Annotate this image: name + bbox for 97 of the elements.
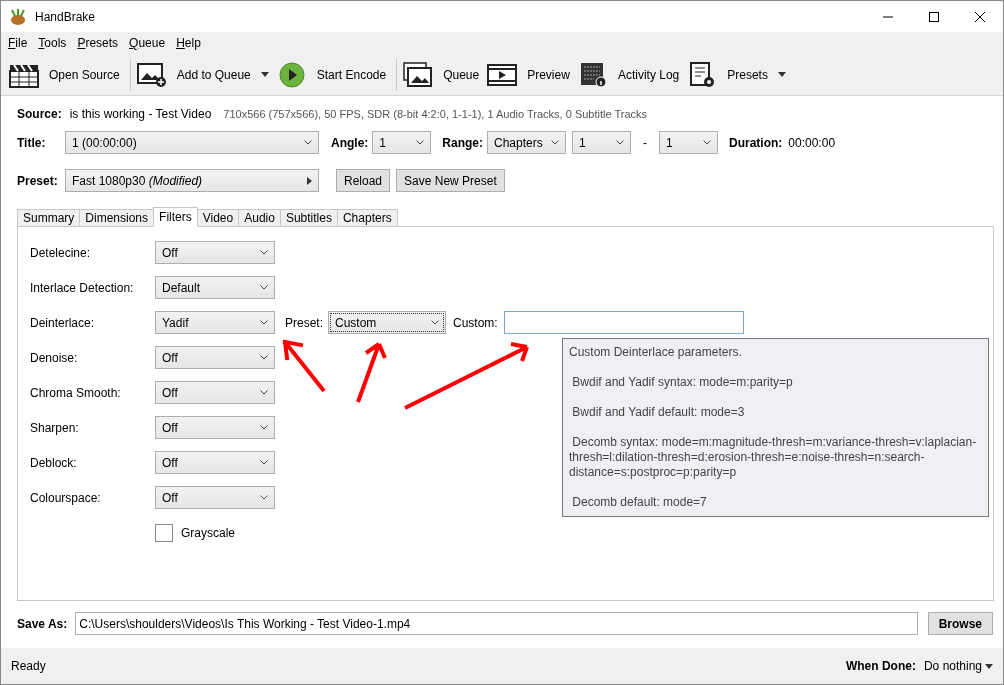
filter-dropdown[interactable]: Off bbox=[155, 416, 275, 439]
filter-label: Sharpen: bbox=[30, 420, 80, 435]
filter-label: Detelecine: bbox=[30, 245, 92, 260]
menu-item[interactable]: Queue bbox=[124, 36, 172, 50]
chevron-down-icon bbox=[260, 285, 268, 290]
arrow-drawing bbox=[356, 342, 387, 403]
toolbar-button[interactable]: Add to Queue bbox=[134, 56, 275, 93]
browse-button[interactable]: Browse bbox=[927, 612, 993, 635]
title-dropdown[interactable]: 1 (00:00:00) bbox=[65, 131, 319, 154]
tab[interactable]: Video bbox=[196, 209, 240, 226]
chevron-down-icon bbox=[551, 140, 559, 145]
toolbar-button[interactable]: Presets bbox=[685, 56, 792, 93]
play-icon bbox=[276, 61, 307, 88]
image-stack-icon bbox=[403, 61, 434, 88]
filter-label: Colourspace: bbox=[30, 490, 102, 505]
filter-label: Chroma Smooth: bbox=[30, 385, 122, 400]
when-done-label: When Done: bbox=[845, 659, 916, 673]
range-label: Range: bbox=[442, 135, 483, 150]
chevron-down-icon bbox=[260, 320, 268, 325]
toolbar-button[interactable]: Queue bbox=[401, 56, 486, 93]
chevron-down-icon bbox=[703, 140, 711, 145]
custom-field[interactable] bbox=[503, 311, 744, 334]
toolbar-button[interactable]: Start Encode bbox=[274, 56, 393, 93]
toolbar-button[interactable]: Preview bbox=[485, 56, 576, 93]
filter-label: Deblock: bbox=[30, 455, 78, 470]
grayscale-checkbox[interactable] bbox=[155, 523, 173, 542]
window-title: HandBrake bbox=[35, 9, 97, 24]
source-name: is this working - Test Video bbox=[69, 107, 212, 121]
chevron-down-icon bbox=[260, 460, 268, 465]
title-label: Title: bbox=[17, 135, 47, 150]
expand-arrow-icon bbox=[307, 176, 312, 185]
toolbar-button[interactable]: Open Source bbox=[7, 56, 126, 93]
tab[interactable]: Summary bbox=[17, 209, 81, 226]
when-done-dropdown[interactable]: Do nothing bbox=[923, 659, 993, 673]
preset-label: Preset: bbox=[17, 173, 59, 188]
preset-dropdown[interactable]: Custom bbox=[328, 311, 446, 334]
chevron-down-icon bbox=[260, 250, 268, 255]
source-label: Source: bbox=[17, 107, 62, 121]
close-icon bbox=[975, 11, 985, 22]
custom-label: Custom: bbox=[453, 315, 498, 330]
filter-dropdown[interactable]: Off bbox=[155, 381, 275, 404]
range-dash: - bbox=[643, 135, 647, 150]
tab[interactable]: Filters bbox=[153, 207, 198, 227]
tab[interactable]: Dimensions bbox=[79, 209, 155, 226]
tooltip-text: Bwdif and Yadif syntax: mode=m:parity=p bbox=[571, 375, 794, 390]
maximize-icon bbox=[929, 11, 939, 22]
angle-dropdown[interactable]: 1 bbox=[372, 131, 432, 154]
chapter-start-dropdown[interactable]: 1 bbox=[572, 131, 631, 154]
preset-label: Preset: bbox=[285, 315, 323, 330]
duration-value: 00:00:00 bbox=[788, 135, 836, 150]
caret-icon bbox=[985, 663, 993, 669]
toolbar-button[interactable]: Activity Log bbox=[575, 56, 686, 93]
status-text: Ready bbox=[11, 659, 47, 673]
menu-item[interactable]: Presets bbox=[72, 36, 125, 50]
preset-selector[interactable]: Fast 1080p30 (Modified) bbox=[65, 169, 319, 192]
chevron-down-icon bbox=[304, 140, 312, 145]
caret-icon bbox=[260, 72, 269, 77]
filter-dropdown[interactable]: Yadif bbox=[155, 311, 275, 334]
duration-label: Duration: bbox=[729, 135, 783, 150]
tab[interactable]: Subtitles bbox=[279, 209, 338, 226]
chevron-down-icon bbox=[260, 355, 268, 360]
menu-item[interactable]: File bbox=[3, 36, 34, 50]
chevron-down-icon bbox=[431, 320, 439, 325]
grayscale-label: Grayscale bbox=[181, 525, 236, 540]
tooltip-text: Decomb syntax: mode=m:magnitude-thresh=m:variance-thresh=v:laplacian-thresh=l:dilation-thresh=d:erosion-thresh=e:noise-thresh=n:search-distance=s:postproc=p:parity=p bbox=[569, 435, 978, 480]
tooltip-text: Bwdif and Yadif default: mode=3 bbox=[571, 405, 746, 420]
filter-label: Interlace Detection: bbox=[30, 280, 135, 295]
preset-button[interactable]: Reload bbox=[336, 169, 391, 192]
filter-dropdown[interactable]: Off bbox=[155, 241, 275, 264]
save-as-label: Save As: bbox=[17, 616, 68, 631]
app-logo-icon bbox=[9, 7, 27, 26]
chevron-down-icon bbox=[416, 140, 425, 145]
chevron-down-icon bbox=[260, 390, 268, 395]
filter-label: Denoise: bbox=[30, 350, 79, 365]
menu-item[interactable]: Help bbox=[171, 36, 207, 50]
range-dropdown[interactable]: Chapters bbox=[487, 131, 566, 154]
tab[interactable]: Chapters bbox=[336, 209, 398, 226]
chevron-down-icon bbox=[260, 495, 268, 500]
chevron-down-icon bbox=[616, 140, 624, 145]
tab[interactable]: Audio bbox=[238, 209, 281, 226]
chapter-end-dropdown[interactable]: 1 bbox=[659, 131, 718, 154]
angle-label: Angle: bbox=[331, 135, 369, 150]
filter-label: Deinterlace: bbox=[30, 315, 96, 330]
menu-item[interactable]: Tools bbox=[33, 36, 73, 50]
arrow-drawing bbox=[283, 340, 326, 393]
filter-dropdown[interactable]: Off bbox=[155, 486, 275, 509]
save-path-field[interactable]: C:\Users\shoulders\Videos\Is This Working - Test Video-1.mp4 bbox=[75, 612, 918, 635]
source-info: 710x566 (757x566), 50 FPS, SDR (8-bit 4:2:0, 1-1-1), 1 Audio Tracks, 0 Subtitle Tracks bbox=[223, 108, 648, 120]
filter-dropdown[interactable]: Default bbox=[155, 276, 275, 299]
film-play-icon bbox=[487, 61, 518, 88]
preset-button[interactable]: Save New Preset bbox=[396, 169, 505, 192]
filter-dropdown[interactable]: Off bbox=[155, 451, 275, 474]
tooltip-text: Decomb default: mode=7 bbox=[571, 495, 708, 510]
chevron-down-icon bbox=[260, 425, 268, 430]
caret-icon bbox=[777, 72, 786, 77]
tooltip-text: Custom Deinterlace parameters. bbox=[569, 345, 743, 360]
filter-dropdown[interactable]: Off bbox=[155, 346, 275, 369]
